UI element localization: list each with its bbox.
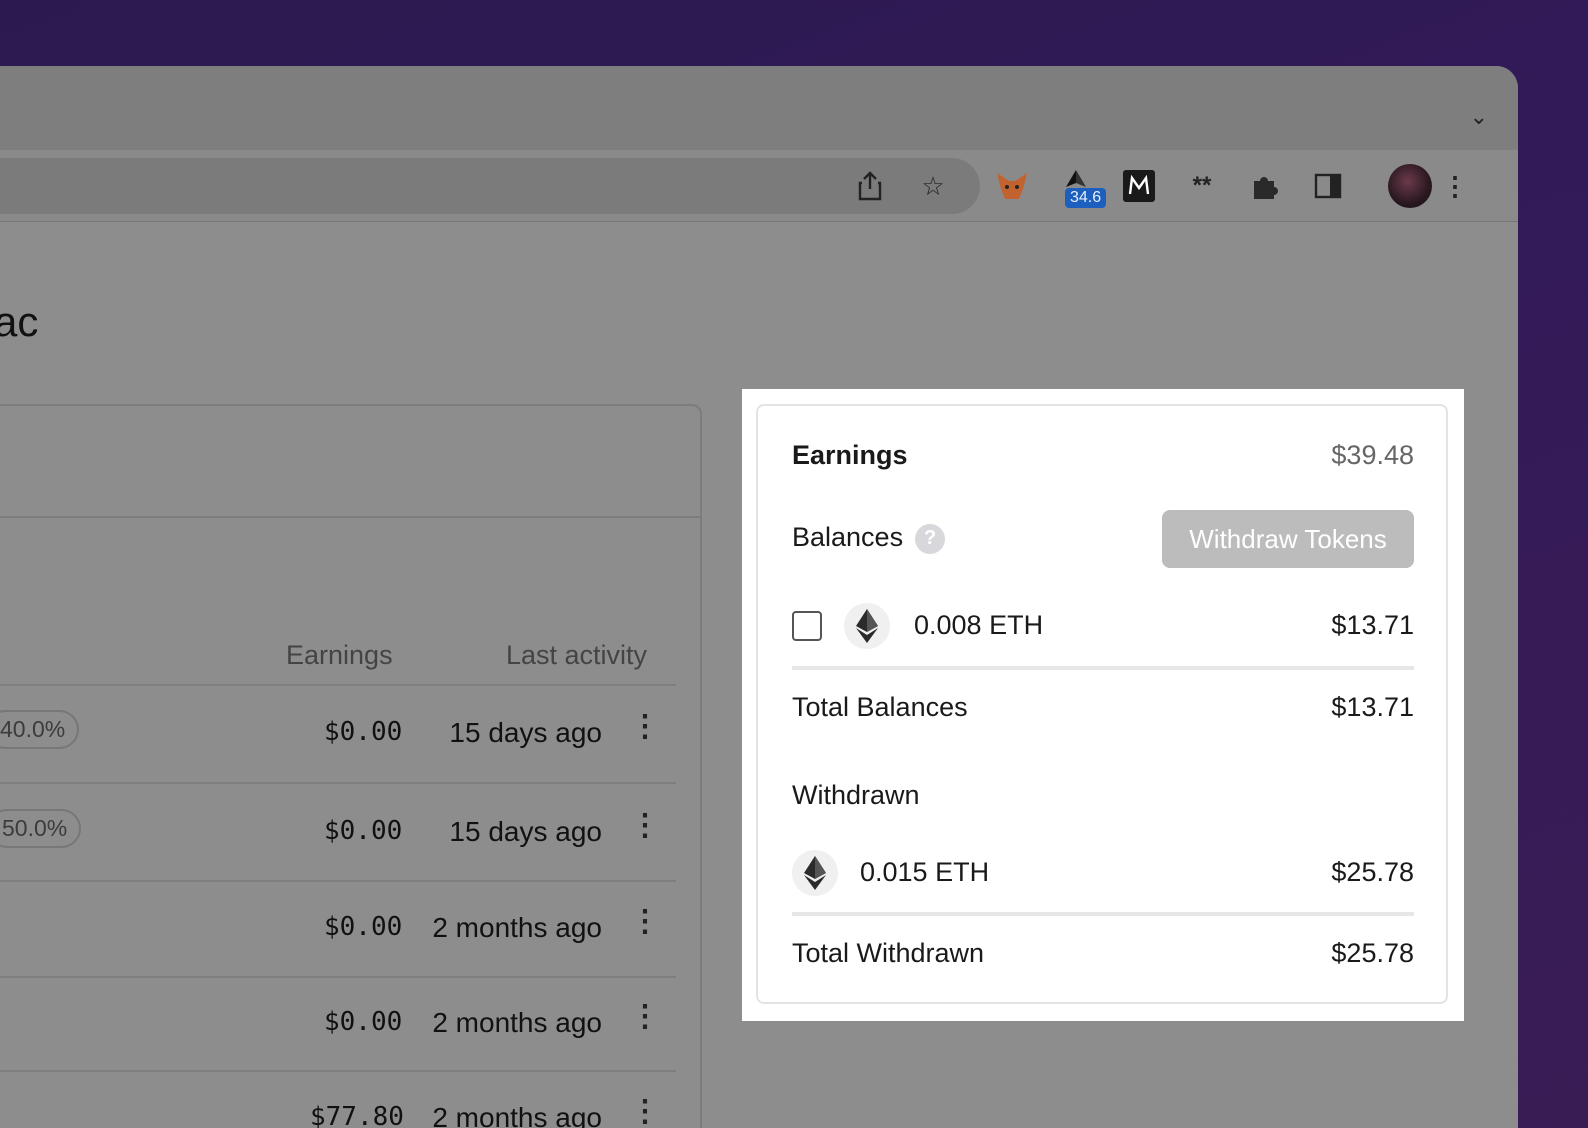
- tab-strip: ⌄: [0, 66, 1518, 150]
- row-divider: [0, 880, 676, 882]
- table-divider: [0, 516, 700, 518]
- withdrawn-label: Withdrawn: [792, 780, 920, 810]
- balances-label: Balances?: [792, 522, 946, 554]
- row-divider: [0, 1070, 676, 1072]
- balances-label-text: Balances: [792, 522, 904, 552]
- balance-usd: $13.71: [1331, 610, 1414, 640]
- row-divider: [0, 782, 676, 784]
- extension-badge: 34.6: [1065, 188, 1107, 208]
- row-menu-icon[interactable]: ⋮: [630, 811, 660, 841]
- metamask-fox-icon[interactable]: [992, 166, 1032, 206]
- balances-divider: [792, 666, 1414, 670]
- browser-toolbar: ☆ 34.6 ** ⋮: [0, 150, 1518, 222]
- total-withdrawn-label: Total Withdrawn: [792, 938, 985, 968]
- earnings-label: Earnings: [792, 440, 908, 470]
- row-menu-icon[interactable]: ⋮: [630, 1002, 660, 1032]
- withdrawn-amount: 0.015 ETH: [860, 857, 990, 887]
- puzzle-extensions-icon[interactable]: [1245, 166, 1285, 206]
- header-earnings[interactable]: Earnings: [286, 640, 393, 671]
- total-balances-value: $13.71: [1331, 692, 1414, 722]
- bookmark-star-icon[interactable]: ☆: [913, 166, 953, 206]
- address-bar[interactable]: [0, 158, 980, 214]
- help-icon[interactable]: ?: [915, 523, 946, 554]
- earnings-value: $39.48: [1331, 440, 1414, 470]
- row-menu-icon[interactable]: ⋮: [630, 1097, 660, 1127]
- row-divider: [0, 684, 676, 686]
- balance-select-checkbox[interactable]: [792, 611, 822, 641]
- balance-amount: 0.008 ETH: [914, 610, 1044, 640]
- row-divider: [0, 976, 676, 978]
- row-last-activity: 15 days ago: [449, 717, 602, 748]
- total-withdrawn-value: $25.78: [1331, 938, 1414, 968]
- chevron-down-icon[interactable]: ⌄: [1470, 104, 1488, 130]
- side-panel-icon[interactable]: [1308, 166, 1348, 206]
- earnings-panel: Earnings $39.48 Balances? Withdraw Token…: [756, 404, 1448, 1004]
- kebab-menu-icon[interactable]: ⋮: [1435, 166, 1475, 206]
- profile-avatar[interactable]: [1388, 164, 1432, 208]
- withdrawn-usd: $25.78: [1331, 857, 1414, 887]
- row-menu-icon[interactable]: ⋮: [630, 907, 660, 937]
- header-last-activity[interactable]: Last activity: [506, 640, 647, 671]
- total-balances-label: Total Balances: [792, 692, 968, 722]
- row-last-activity: 2 months ago: [432, 1007, 602, 1038]
- ethereum-icon: [844, 603, 890, 649]
- percent-pill: 50.0%: [0, 809, 82, 848]
- page-title: ac: [0, 298, 39, 345]
- percent-pill: 40.0%: [0, 710, 80, 749]
- row-last-activity: 2 months ago: [432, 1102, 602, 1128]
- row-last-activity: 2 months ago: [432, 912, 602, 943]
- share-icon[interactable]: [850, 166, 890, 206]
- row-menu-icon[interactable]: ⋮: [630, 712, 660, 742]
- withdrawn-divider: [792, 912, 1414, 916]
- withdraw-tokens-button[interactable]: Withdraw Tokens: [1162, 510, 1414, 568]
- ethereum-icon: [792, 850, 838, 896]
- m-extension-icon[interactable]: [1119, 166, 1159, 206]
- asterisk-extension-icon[interactable]: **: [1182, 166, 1222, 206]
- row-last-activity: 15 days ago: [449, 816, 602, 847]
